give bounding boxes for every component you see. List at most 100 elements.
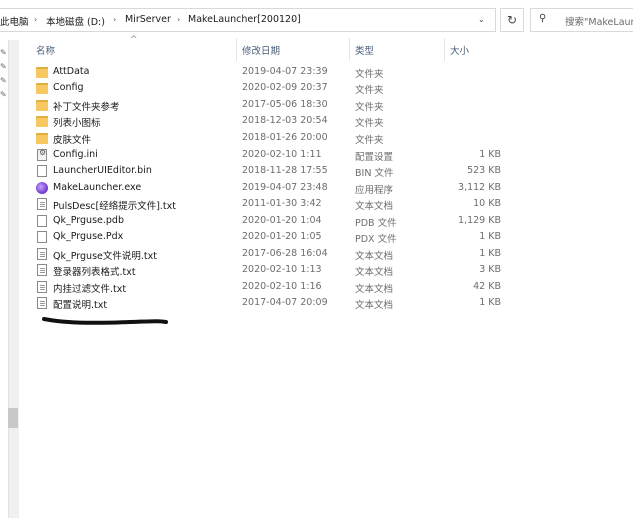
column-divider[interactable] — [236, 38, 237, 61]
folder-icon — [36, 116, 48, 127]
search-icon: ⚲ — [539, 13, 547, 24]
file-row[interactable]: 登录器列表格式.txt 2020-02-10 1:13 文本文档 3 KB — [30, 263, 510, 279]
file-date: 2017-06-28 16:04 — [242, 248, 328, 259]
file-type: PDX 文件 — [355, 234, 397, 245]
breadcrumb-drive-d[interactable]: 本地磁盘 (D:) — [46, 14, 105, 28]
file-name: Config — [53, 82, 84, 93]
file-icon — [37, 215, 47, 227]
file-size: 10 KB — [473, 198, 501, 209]
file-type: 文本文档 — [355, 251, 394, 262]
file-size: 3,112 KB — [458, 182, 501, 193]
file-name: Qk_Prguse文件说明.txt — [53, 251, 157, 262]
file-type: 配置设置 — [355, 152, 394, 163]
file-row[interactable]: 配置说明.txt 2017-04-07 20:09 文本文档 1 KB — [30, 296, 510, 312]
navigation-scrollbar[interactable] — [8, 40, 19, 518]
file-date: 2020-01-20 1:05 — [242, 231, 322, 242]
file-date: 2018-11-28 17:55 — [242, 165, 328, 176]
file-type: 文件夹 — [355, 135, 384, 146]
pin-icon: ✎ — [0, 76, 7, 85]
file-size: 1 KB — [479, 297, 501, 308]
text-file-icon — [37, 198, 47, 210]
file-type: 文件夹 — [355, 69, 384, 80]
file-row[interactable]: 皮肤文件 2018-01-26 20:00 文件夹 — [30, 131, 510, 147]
file-date: 2011-01-30 3:42 — [242, 198, 322, 209]
folder-icon — [36, 67, 48, 78]
column-divider[interactable] — [349, 38, 350, 61]
scrollbar-thumb[interactable] — [8, 408, 18, 428]
file-name: 列表小图标 — [53, 118, 101, 129]
file-row[interactable]: AttData 2019-04-07 23:39 文件夹 — [30, 65, 510, 81]
file-row[interactable]: PulsDesc[经络提示文件].txt 2011-01-30 3:42 文本文… — [30, 197, 510, 213]
file-icon — [37, 231, 47, 243]
file-type: 文件夹 — [355, 102, 384, 113]
file-date: 2017-04-07 20:09 — [242, 297, 328, 308]
file-date: 2020-02-10 1:11 — [242, 149, 322, 160]
file-date: 2020-01-20 1:04 — [242, 215, 322, 226]
sort-ascending-icon: ^ — [130, 35, 138, 45]
file-name: 内挂过滤文件.txt — [53, 284, 127, 295]
file-row[interactable]: MakeLauncher.exe 2019-04-07 23:48 应用程序 3… — [30, 181, 510, 197]
chevron-right-icon[interactable]: › — [34, 15, 37, 24]
column-divider[interactable] — [444, 38, 445, 61]
folder-icon — [36, 133, 48, 144]
file-row[interactable]: Qk_Prguse文件说明.txt 2017-06-28 16:04 文本文档 … — [30, 247, 510, 263]
file-row[interactable]: 列表小图标 2018-12-03 20:54 文件夹 — [30, 114, 510, 130]
folder-icon — [36, 100, 48, 111]
file-row[interactable]: Qk_Prguse.pdb 2020-01-20 1:04 PDB 文件 1,1… — [30, 214, 510, 230]
text-file-icon — [37, 281, 47, 293]
pin-icon: ✎ — [0, 62, 7, 71]
file-row[interactable]: Config.ini 2020-02-10 1:11 配置设置 1 KB — [30, 148, 510, 164]
file-row[interactable]: 内挂过滤文件.txt 2020-02-10 1:16 文本文档 42 KB — [30, 280, 510, 296]
search-placeholder: 搜索"MakeLauncher" — [565, 17, 633, 28]
column-header-type[interactable]: 类型 — [355, 43, 374, 57]
column-header-name[interactable]: 名称 — [36, 43, 55, 57]
file-name: 补丁文件夹参考 — [53, 102, 120, 113]
file-size: 1,129 KB — [458, 215, 501, 226]
file-size: 1 KB — [479, 231, 501, 242]
breadcrumb-makelauncher[interactable]: MakeLauncher[200120] — [188, 14, 301, 25]
file-row[interactable]: Config 2020-02-09 20:37 文件夹 — [30, 81, 510, 97]
file-date: 2020-02-10 1:13 — [242, 264, 322, 275]
file-size: 42 KB — [473, 281, 501, 292]
file-size: 1 KB — [479, 248, 501, 259]
file-row[interactable]: Qk_Prguse.Pdx 2020-01-20 1:05 PDX 文件 1 K… — [30, 230, 510, 246]
file-type: 文本文档 — [355, 201, 394, 212]
file-name: PulsDesc[经络提示文件].txt — [53, 201, 177, 212]
file-type: 文本文档 — [355, 267, 394, 278]
file-name: 登录器列表格式.txt — [53, 267, 136, 278]
chevron-down-icon[interactable]: ⌄ — [478, 15, 485, 24]
file-name: LauncherUIEditor.bin — [53, 165, 152, 176]
file-name: MakeLauncher.exe — [53, 182, 142, 193]
file-size: 3 KB — [479, 264, 501, 275]
column-header-date[interactable]: 修改日期 — [242, 43, 280, 57]
file-type: PDB 文件 — [355, 218, 397, 229]
file-type: 文本文档 — [355, 284, 394, 295]
file-name: 配置说明.txt — [53, 300, 108, 311]
chevron-right-icon[interactable]: › — [113, 15, 116, 24]
file-name: AttData — [53, 66, 90, 77]
file-type: 文件夹 — [355, 118, 384, 129]
file-type: 文件夹 — [355, 85, 384, 96]
breadcrumb-this-pc[interactable]: 此电脑 — [0, 14, 29, 28]
refresh-button[interactable]: ↻ — [500, 8, 524, 32]
breadcrumb-mirserver[interactable]: MirServer — [125, 14, 171, 25]
settings-file-icon — [37, 148, 47, 161]
file-date: 2019-04-07 23:39 — [242, 66, 328, 77]
file-date: 2018-01-26 20:00 — [242, 132, 328, 143]
file-date: 2018-12-03 20:54 — [242, 115, 328, 126]
address-bar[interactable]: 此电脑 › 本地磁盘 (D:) › MirServer › MakeLaunch… — [0, 8, 496, 32]
column-header-size[interactable]: 大小 — [450, 43, 469, 57]
text-file-icon — [37, 248, 47, 260]
file-row[interactable]: LauncherUIEditor.bin 2018-11-28 17:55 BI… — [30, 164, 510, 180]
file-row[interactable]: 补丁文件夹参考 2017-05-06 18:30 文件夹 — [30, 98, 510, 114]
file-date: 2020-02-09 20:37 — [242, 82, 328, 93]
search-input[interactable]: ⚲ 搜索"MakeLauncher" — [530, 8, 633, 32]
refresh-icon: ↻ — [506, 13, 518, 27]
chevron-right-icon[interactable]: › — [177, 15, 180, 24]
text-file-icon — [37, 297, 47, 309]
pin-icon: ✎ — [0, 90, 7, 99]
file-type: 文本文档 — [355, 300, 394, 311]
file-date: 2017-05-06 18:30 — [242, 99, 328, 110]
chevron-right-icon[interactable]: › — [291, 15, 294, 24]
file-type: BIN 文件 — [355, 168, 394, 179]
